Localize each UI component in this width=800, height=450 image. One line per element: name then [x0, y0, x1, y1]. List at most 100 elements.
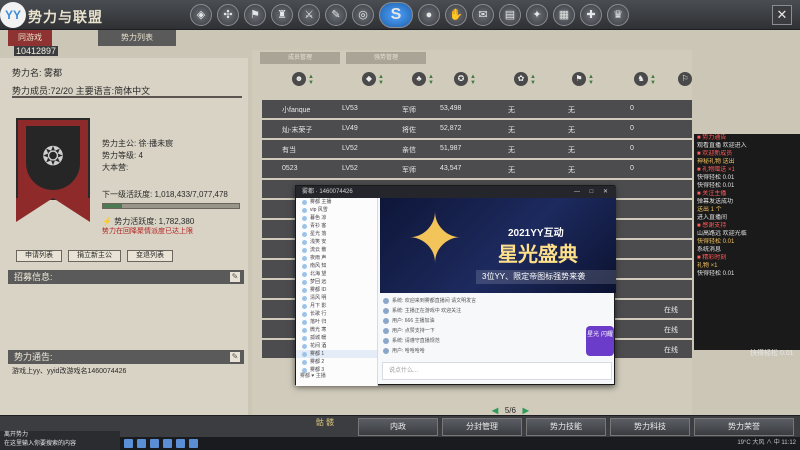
- yy-user-item[interactable]: 微光 寒: [296, 326, 377, 334]
- apply-list-button[interactable]: 申请列表: [16, 250, 62, 262]
- yy-user-item[interactable]: 夜雨 声: [296, 254, 377, 262]
- edit-notice-icon[interactable]: ✎: [230, 352, 240, 362]
- castle-icon[interactable]: ♜: [271, 4, 293, 26]
- tab-fief-manage[interactable]: 分封管理: [442, 418, 522, 436]
- tab-internal-affairs[interactable]: 内政: [358, 418, 438, 436]
- chat-line: 观看直播 欢迎进入: [697, 143, 747, 149]
- yy-user-item[interactable]: 雾都 1: [296, 350, 377, 358]
- yy-user-item[interactable]: 北海 望: [296, 270, 377, 278]
- app-icon[interactable]: [189, 439, 198, 448]
- tab-force-skill[interactable]: 势力技能: [526, 418, 606, 436]
- language-value: 简体中文: [114, 86, 151, 96]
- power-manage-tab[interactable]: 强势管理: [346, 52, 426, 64]
- cell-rank: 亲信: [402, 147, 416, 154]
- next-page-icon[interactable]: ▶: [523, 406, 529, 415]
- target-icon[interactable]: ◎: [352, 4, 374, 26]
- sort-arrows-icon[interactable]: ▲ ▼: [588, 74, 594, 86]
- yy-user-item[interactable]: 雾都 2: [296, 358, 377, 366]
- tab-force-list[interactable]: 势力列表: [98, 30, 176, 46]
- yy-chat-input[interactable]: 说点什么...: [382, 362, 612, 380]
- exit-list-button[interactable]: 变退列表: [127, 250, 173, 262]
- yy-user-item[interactable]: 花间 酒: [296, 342, 377, 350]
- chart-icon[interactable]: ▦: [553, 4, 575, 26]
- close-button[interactable]: ✕: [772, 5, 792, 25]
- edit-recruit-icon[interactable]: ✎: [230, 272, 240, 282]
- language-label: 主要语言:: [75, 86, 115, 96]
- chat-line: 礼物 ×1: [697, 263, 718, 269]
- yy-user-item[interactable]: vip 风雪: [296, 206, 377, 214]
- side-stat-text: 快得轻松 0.01: [750, 350, 794, 357]
- contrib-icon[interactable]: ✿: [514, 72, 528, 86]
- cell-name: 有当: [282, 147, 296, 154]
- level-icon[interactable]: ◆: [362, 72, 376, 86]
- lord-label: 势力主公:: [102, 139, 137, 148]
- yy-user-item[interactable]: 暮色 凉: [296, 214, 377, 222]
- tab-force-tech[interactable]: 势力科技: [610, 418, 690, 436]
- scroll-icon[interactable]: ✉: [472, 4, 494, 26]
- sort-arrows-icon[interactable]: ▲ ▼: [428, 74, 434, 86]
- table-row[interactable]: 小fanque LV53 军师 53,498 无 无 0: [262, 100, 692, 118]
- tab-force-honor[interactable]: 势力荣誉: [694, 418, 794, 436]
- sort-arrows-icon[interactable]: ▲ ▼: [650, 74, 656, 86]
- user-icon[interactable]: ☻: [292, 72, 306, 86]
- flag-icon[interactable]: ⚑: [572, 72, 586, 86]
- app-icon[interactable]: [163, 439, 172, 448]
- shield-icon[interactable]: ◈: [190, 4, 212, 26]
- network-icon[interactable]: ✣: [217, 4, 239, 26]
- sort-arrows-icon[interactable]: ▲ ▼: [308, 74, 314, 86]
- yy-user-item[interactable]: 星光 落: [296, 230, 377, 238]
- yy-window-controls[interactable]: — □ ✕: [574, 186, 612, 198]
- yy-user-item[interactable]: 南风 知: [296, 262, 377, 270]
- sword-icon[interactable]: ⚔: [298, 4, 320, 26]
- power-icon[interactable]: ✪: [454, 72, 468, 86]
- sort-arrows-icon[interactable]: ▲ ▼: [378, 74, 384, 86]
- taskbar-app-icons: [124, 439, 198, 448]
- yy-user-item[interactable]: 长歌 行: [296, 310, 377, 318]
- flag-icon[interactable]: ⚑: [244, 4, 266, 26]
- table-row[interactable]: 有当 LV52 亲信 51,987 无 无 0: [262, 140, 692, 158]
- yy-user-item[interactable]: 梦回 远: [296, 278, 377, 286]
- banner-icon[interactable]: ✎: [325, 4, 347, 26]
- bottom-tab-bar: 骷 髅 内政 分封管理 势力技能 势力科技 势力荣誉: [0, 415, 800, 437]
- yy-promo-banner[interactable]: ✦ 2021YY互动 星光盛典 3位YY、限定帝图标强势来袭: [380, 198, 616, 293]
- gift-icon[interactable]: ✚: [580, 4, 602, 26]
- hand-icon[interactable]: ✋: [445, 4, 467, 26]
- rank-icon[interactable]: ♣: [412, 72, 426, 86]
- yy-overlay-window: 雾都 · 1460074426 — □ ✕ 雾都 主播 vip 风雪 暮色 凉青衫 …: [295, 185, 616, 386]
- member-manage-tab[interactable]: 成员管理: [260, 52, 340, 64]
- yy-user-item[interactable]: 雾都 ID: [296, 286, 377, 294]
- sort-arrows-icon[interactable]: ▲ ▼: [470, 74, 476, 86]
- cell-power: 53,498: [440, 105, 462, 112]
- yy-event-badge[interactable]: 星光 闪耀: [586, 326, 614, 356]
- app-icon[interactable]: [124, 439, 133, 448]
- sort-arrows-icon[interactable]: ▲ ▼: [530, 74, 536, 86]
- yy-user-item[interactable]: 月下 影: [296, 302, 377, 310]
- person-icon[interactable]: ♞: [634, 72, 648, 86]
- yy-user-list: 雾都 主播 vip 风雪 暮色 凉青衫 客星光 落浅笑 安流云 散夜雨 声南风 知北…: [296, 198, 378, 386]
- prev-page-icon[interactable]: ◀: [492, 406, 498, 415]
- taskbar-search[interactable]: 离开势力 在这里输入你要搜索的内容: [0, 431, 120, 450]
- table-row[interactable]: 0523 LV52 军师 43,547 无 无 0: [262, 160, 692, 178]
- crown-icon[interactable]: ♛: [607, 4, 629, 26]
- yy-user-item[interactable]: 雾都 主播: [296, 198, 377, 206]
- chat-line: ■ 势力通告: [697, 135, 727, 141]
- chat-line: 神秘礼物 送出: [697, 159, 735, 165]
- star-icon[interactable]: ✦: [526, 4, 548, 26]
- yy-user-item[interactable]: 流云 散: [296, 246, 377, 254]
- status-icon[interactable]: ⚐: [678, 72, 692, 86]
- yy-user-item[interactable]: 落叶 归: [296, 318, 377, 326]
- yy-user-item[interactable]: 孤城 暖: [296, 334, 377, 342]
- table-row[interactable]: 灿-末荣子 LV49 将佐 52,872 无 无 0: [262, 120, 692, 138]
- book-icon[interactable]: ▤: [499, 4, 521, 26]
- yy-user-item[interactable]: 青衫 客: [296, 222, 377, 230]
- game-s-icon[interactable]: S: [379, 2, 413, 28]
- yy-user-item[interactable]: 浅笑 安: [296, 238, 377, 246]
- app-icon[interactable]: [150, 439, 159, 448]
- sphere-icon[interactable]: ●: [418, 4, 440, 26]
- chat-line: 快得轻松 0.01: [697, 271, 735, 277]
- yy-user-item[interactable]: 清风 明: [296, 294, 377, 302]
- app-icon[interactable]: [176, 439, 185, 448]
- app-icon[interactable]: [137, 439, 146, 448]
- tab-same-game[interactable]: 同游戏: [8, 30, 52, 46]
- new-lord-button[interactable]: 捐立新主公: [68, 250, 121, 262]
